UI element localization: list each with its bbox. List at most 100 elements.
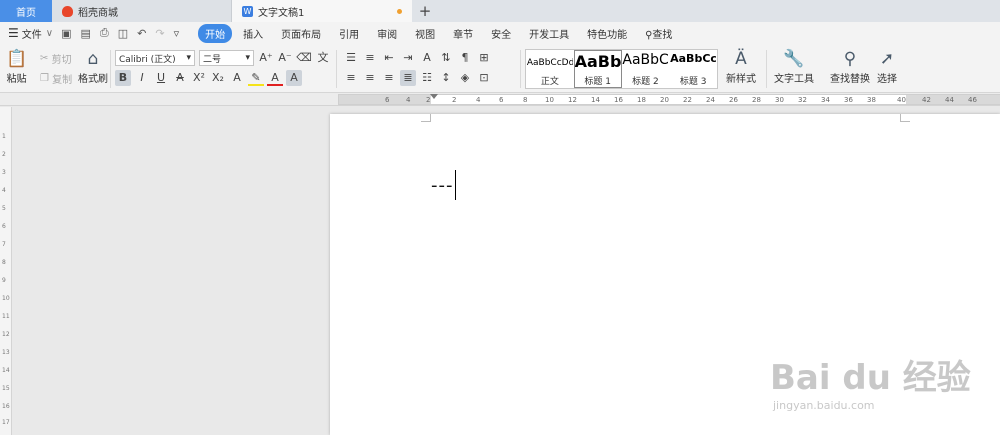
customize-icon[interactable]: ▿ xyxy=(174,27,180,40)
menu-item-references[interactable]: 引用 xyxy=(332,24,366,43)
font-name-value: Calibri (正文) xyxy=(119,54,176,65)
ruler-number: 20 xyxy=(660,96,669,104)
chevron-down-icon[interactable]: ∨ xyxy=(46,28,53,39)
select-button[interactable]: ➚ 选择 xyxy=(877,48,897,85)
ruler-number: 8 xyxy=(523,96,528,104)
ruler-number: 12 xyxy=(568,96,577,104)
divider xyxy=(336,50,337,88)
style-heading-3[interactable]: AaBbCcI 标题 3 xyxy=(669,50,717,88)
char-shading-icon[interactable]: A xyxy=(286,70,302,86)
italic-icon[interactable]: I xyxy=(134,70,150,86)
print-icon[interactable]: ⎙ xyxy=(100,26,109,40)
bold-icon[interactable]: B xyxy=(115,70,131,86)
subscript-icon[interactable]: X₂ xyxy=(210,70,226,86)
text-cursor xyxy=(454,170,456,200)
bullets-icon[interactable]: ☰ xyxy=(343,50,359,66)
style-heading-1[interactable]: AaBb 标题 1 xyxy=(573,50,622,88)
new-tab-button[interactable]: + xyxy=(412,0,438,22)
strikethrough-icon[interactable]: A xyxy=(172,70,188,86)
tab-store-label: 稻壳商城 xyxy=(78,7,118,19)
align-right-icon[interactable]: ≡ xyxy=(381,70,397,86)
line-spacing-icon[interactable]: ↕ xyxy=(438,70,454,86)
copy-icon: ❐ xyxy=(40,72,49,84)
search-menu[interactable]: ⚲查找 xyxy=(638,24,679,43)
align-center-icon[interactable]: ≡ xyxy=(362,70,378,86)
export-pdf-icon[interactable]: ▤ xyxy=(81,27,91,40)
menu-item-developer[interactable]: 开发工具 xyxy=(522,24,576,43)
tab-home[interactable]: 首页 xyxy=(0,0,52,22)
shrink-font-icon[interactable]: A⁻ xyxy=(277,50,293,66)
sort-icon[interactable]: ⇅ xyxy=(438,50,454,66)
styles-gallery: AaBbCcDd 正文 AaBb 标题 1 AaBbC 标题 2 AaBbCcI 标题 … xyxy=(525,49,718,89)
document-text[interactable]: --- xyxy=(431,170,456,200)
ruler-number: 6 xyxy=(2,223,6,230)
distributed-icon[interactable]: ☷ xyxy=(419,70,435,86)
cut-button[interactable]: ✂ 剪切 xyxy=(40,48,72,68)
text-tools-button[interactable]: 🔧 文字工具 xyxy=(774,48,814,85)
ruler-number: 18 xyxy=(637,96,646,104)
file-menu[interactable]: 文件 xyxy=(22,26,42,41)
menu-item-security[interactable]: 安全 xyxy=(484,24,518,43)
save-icon[interactable]: ▣ xyxy=(61,27,71,40)
style-heading-2[interactable]: AaBbC 标题 2 xyxy=(622,50,670,88)
menu-item-view[interactable]: 视图 xyxy=(408,24,442,43)
justify-icon[interactable]: ≣ xyxy=(400,70,416,86)
print-preview-icon[interactable]: ◫ xyxy=(118,27,128,40)
tab-home-label: 首页 xyxy=(16,7,36,19)
menu-item-start[interactable]: 开始 xyxy=(198,23,233,43)
font-name-select[interactable]: Calibri (正文) ▾ xyxy=(115,50,195,66)
numbering-icon[interactable]: ≡ xyxy=(362,50,378,66)
style-name: 标题 2 xyxy=(632,77,659,87)
clear-format-icon[interactable]: ⌫ xyxy=(296,50,312,66)
select-label: 选择 xyxy=(877,74,897,85)
ruler-number: 12 xyxy=(2,331,10,338)
highlight-icon[interactable]: ✎ xyxy=(248,70,264,86)
ruler-number: 4 xyxy=(406,96,411,104)
font-color-icon[interactable]: A xyxy=(267,70,283,86)
show-marks-icon[interactable]: ¶ xyxy=(457,50,473,66)
shading-icon[interactable]: ◈ xyxy=(457,70,473,86)
copy-button[interactable]: ❐ 复制 xyxy=(40,68,72,88)
wrench-icon: 🔧 xyxy=(783,49,805,69)
clipboard-small: ✂ 剪切 ❐ 复制 xyxy=(40,48,72,88)
undo-icon[interactable]: ↶ xyxy=(137,27,146,40)
menu-item-review[interactable]: 审阅 xyxy=(370,24,404,43)
menu-item-insert[interactable]: 插入 xyxy=(236,24,270,43)
new-style-icon: Ä xyxy=(735,49,747,69)
menu-bar: ☰ 文件 ∨ ▣ ▤ ⎙ ◫ ↶ ↷ ▿ 开始 插入 页面布局 引用 审阅 视图… xyxy=(0,22,1000,44)
ruler-number: 40 xyxy=(897,96,906,104)
underline-icon[interactable]: U xyxy=(153,70,169,86)
grow-font-icon[interactable]: A⁺ xyxy=(258,50,274,66)
increase-indent-icon[interactable]: ⇥ xyxy=(400,50,416,66)
decrease-indent-icon[interactable]: ⇤ xyxy=(381,50,397,66)
table-grid-icon[interactable]: ⊞ xyxy=(476,50,492,66)
paste-button[interactable]: 📋 粘贴 xyxy=(6,48,27,85)
ruler-number: 9 xyxy=(2,277,6,284)
ruler-number: 30 xyxy=(775,96,784,104)
quick-access-toolbar: ▣ ▤ ⎙ ◫ ↶ ↷ ▿ xyxy=(61,26,188,40)
phonetic-guide-icon[interactable]: 文 xyxy=(315,50,331,66)
hamburger-icon[interactable]: ☰ xyxy=(8,26,19,40)
menu-item-features[interactable]: 特色功能 xyxy=(580,24,634,43)
superscript-icon[interactable]: X² xyxy=(191,70,207,86)
text-effect-icon[interactable]: A xyxy=(229,70,245,86)
chinese-layout-icon[interactable]: A xyxy=(419,50,435,66)
redo-icon[interactable]: ↷ xyxy=(155,27,164,40)
tab-document[interactable]: W 文字文稿1 xyxy=(232,0,412,22)
indent-marker-icon[interactable] xyxy=(430,94,438,99)
style-normal[interactable]: AaBbCcDd 正文 xyxy=(526,50,574,88)
borders-icon[interactable]: ⊡ xyxy=(476,70,492,86)
paste-icon: 📋 xyxy=(6,49,28,69)
menu-item-chapter[interactable]: 章节 xyxy=(446,24,480,43)
new-style-button[interactable]: Ä 新样式 xyxy=(726,48,756,85)
tab-store[interactable]: 稻壳商城 xyxy=(52,0,232,22)
menu-item-page-layout[interactable]: 页面布局 xyxy=(274,24,328,43)
find-replace-button[interactable]: ⚲ 查找替换 xyxy=(830,48,870,85)
style-preview: AaBbCcI xyxy=(670,52,717,65)
ruler-number: 38 xyxy=(867,96,876,104)
align-left-icon[interactable]: ≡ xyxy=(343,70,359,86)
ruler-number: 2 xyxy=(452,96,457,104)
font-size-select[interactable]: 二号 ▾ xyxy=(199,50,254,66)
format-painter-button[interactable]: ⌂ 格式刷 xyxy=(78,48,108,85)
ruler-number: 4 xyxy=(2,187,6,194)
